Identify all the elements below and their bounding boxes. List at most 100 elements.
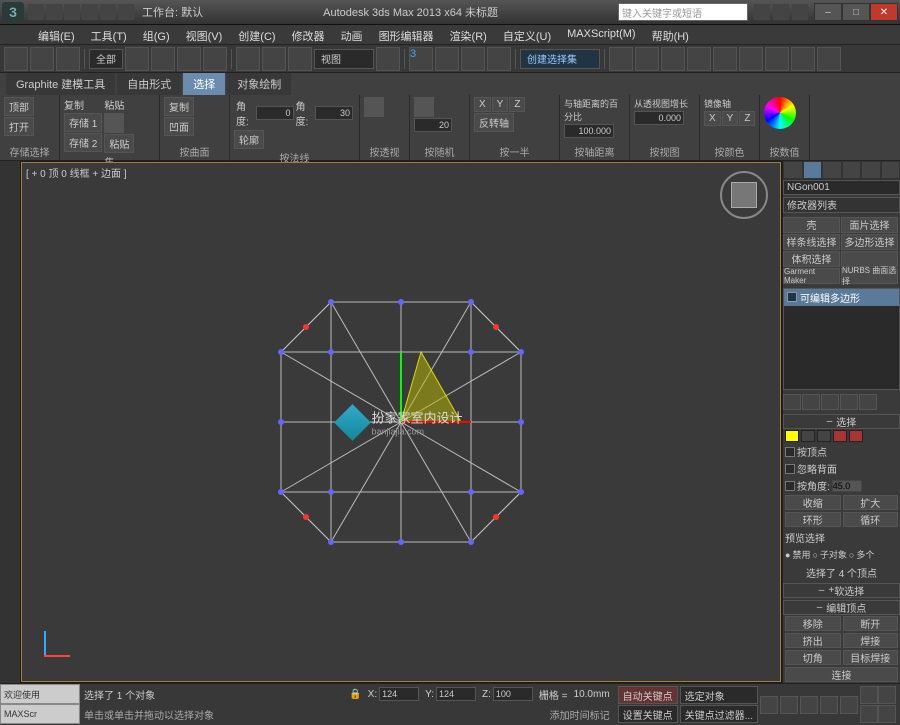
- maximize-vp-icon[interactable]: [878, 705, 896, 723]
- viewport-label[interactable]: [ + 0 顶 0 线框 + 边面 ]: [26, 165, 127, 180]
- mirror-icon[interactable]: [609, 47, 633, 71]
- qat-save-icon[interactable]: [64, 4, 80, 20]
- qat-more-icon[interactable]: [118, 4, 134, 20]
- loop-button[interactable]: 循环: [843, 512, 899, 527]
- rollout-soft[interactable]: + 软选择: [783, 583, 900, 598]
- rollout-editv[interactable]: 编辑顶点: [783, 600, 900, 615]
- workspace-selector[interactable]: 工作台: 默认: [142, 4, 203, 20]
- modify-tab-icon[interactable]: [803, 161, 823, 179]
- schematic-icon[interactable]: [713, 47, 737, 71]
- named-selection-dropdown[interactable]: 创建选择集: [520, 49, 600, 69]
- spline-select-button[interactable]: 样条线选择: [783, 234, 840, 250]
- help-search-input[interactable]: 键入关键字或短语: [618, 3, 748, 21]
- unique-icon[interactable]: [821, 394, 839, 410]
- axisdist-input[interactable]: [564, 124, 614, 138]
- pivot-icon[interactable]: [376, 47, 400, 71]
- persp-icon[interactable]: [364, 97, 384, 117]
- mz-button[interactable]: Z: [739, 111, 755, 126]
- weld-button[interactable]: 焊接: [843, 633, 899, 648]
- keyfilter-button[interactable]: 关键点过滤器...: [680, 705, 758, 723]
- maxscript-tab[interactable]: MAXScr: [0, 704, 80, 724]
- zoom-icon[interactable]: [878, 686, 896, 704]
- setkey-button[interactable]: 设置关键点: [618, 705, 678, 723]
- create-tab-icon[interactable]: [783, 161, 803, 179]
- shrink-button[interactable]: 收缩: [785, 495, 841, 510]
- ring-button[interactable]: 环形: [785, 512, 841, 527]
- shell-button[interactable]: 壳: [783, 217, 840, 233]
- menu-graph[interactable]: 图形编辑器: [371, 25, 442, 44]
- window-crossing-icon[interactable]: [203, 47, 227, 71]
- preview-subobj-radio[interactable]: 子对象: [820, 548, 847, 561]
- align-icon[interactable]: [635, 47, 659, 71]
- chamfer-button[interactable]: 切角: [785, 650, 841, 665]
- patch-select-button[interactable]: 面片选择: [841, 217, 898, 233]
- copy2-button[interactable]: 复制: [164, 97, 194, 116]
- render-setup-icon[interactable]: [765, 47, 789, 71]
- paste-icon[interactable]: [104, 113, 124, 133]
- subobj-border-icon[interactable]: [817, 430, 831, 442]
- scale-icon[interactable]: [288, 47, 312, 71]
- time-tag-button[interactable]: 添加时间标记: [550, 707, 610, 722]
- viewport[interactable]: [ + 0 顶 0 线框 + 边面 ] 扮家家室内设计banjiajia.com…: [21, 162, 781, 682]
- y-button[interactable]: Y: [492, 97, 509, 112]
- menu-tools[interactable]: 工具(T): [83, 25, 135, 44]
- menu-group[interactable]: 组(G): [135, 25, 178, 44]
- loop-button[interactable]: 轮廓: [234, 130, 264, 149]
- object-name-field[interactable]: NGon001: [783, 180, 900, 195]
- prev-frame-icon[interactable]: [780, 696, 798, 714]
- app-logo[interactable]: 3: [2, 2, 24, 22]
- top-button[interactable]: 顶部: [4, 97, 34, 116]
- ribbon-tab-freeform[interactable]: 自由形式: [117, 73, 181, 95]
- random-icon[interactable]: [414, 97, 434, 117]
- hierarchy-tab-icon[interactable]: [822, 161, 842, 179]
- config-icon[interactable]: [859, 394, 877, 410]
- z-button[interactable]: Z: [509, 97, 525, 112]
- subobj-vertex-icon[interactable]: [785, 430, 799, 442]
- layers-icon[interactable]: [661, 47, 685, 71]
- preview-off-radio[interactable]: 禁用: [792, 548, 810, 561]
- qat-open-icon[interactable]: [46, 4, 62, 20]
- angle-snap-icon[interactable]: [435, 47, 459, 71]
- modifier-stack[interactable]: 可编辑多边形: [783, 288, 900, 390]
- by-vertex-checkbox[interactable]: [785, 447, 795, 457]
- curve-editor-icon[interactable]: [687, 47, 711, 71]
- mx-button[interactable]: X: [704, 111, 721, 126]
- menu-customize[interactable]: 自定义(U): [495, 25, 559, 44]
- x-button[interactable]: X: [474, 97, 491, 112]
- menu-modifiers[interactable]: 修改器: [284, 25, 333, 44]
- next-frame-icon[interactable]: [820, 696, 838, 714]
- paste-button[interactable]: 粘贴: [104, 134, 134, 153]
- store2-button[interactable]: 存储 2: [64, 133, 102, 152]
- angle2-input[interactable]: [315, 106, 353, 120]
- bind-icon[interactable]: [56, 47, 80, 71]
- open-button[interactable]: 打开: [4, 117, 34, 136]
- utilities-tab-icon[interactable]: [881, 161, 900, 179]
- rollout-select[interactable]: 选择: [783, 414, 900, 429]
- by-angle-checkbox[interactable]: [785, 481, 795, 491]
- z-coord-input[interactable]: [493, 687, 533, 701]
- menu-view[interactable]: 视图(V): [178, 25, 231, 44]
- ribbon-tab-select[interactable]: 选择: [183, 73, 225, 95]
- flip-button[interactable]: 反转轴: [474, 113, 514, 132]
- menu-create[interactable]: 创建(C): [230, 25, 283, 44]
- infocenter-icon[interactable]: [754, 4, 770, 20]
- nurbs-button[interactable]: NURBS 曲面选择: [841, 268, 898, 284]
- ribbon-tab-objpaint[interactable]: 对象绘制: [227, 73, 291, 95]
- random-input[interactable]: [414, 118, 452, 132]
- display-tab-icon[interactable]: [861, 161, 881, 179]
- percent-snap-icon[interactable]: [461, 47, 485, 71]
- play-icon[interactable]: [800, 696, 818, 714]
- concave-button[interactable]: 凹面: [164, 117, 194, 136]
- preview-multi-radio[interactable]: 多个: [856, 548, 874, 561]
- render-icon[interactable]: [817, 47, 841, 71]
- x-coord-input[interactable]: [379, 687, 419, 701]
- break-button[interactable]: 断开: [843, 616, 899, 631]
- stack-item-editpoly[interactable]: 可编辑多边形: [784, 289, 899, 306]
- close-button[interactable]: ✕: [870, 3, 898, 21]
- menu-render[interactable]: 渲染(R): [442, 25, 495, 44]
- angle1-input[interactable]: [256, 106, 294, 120]
- keymode-dropdown[interactable]: 选定对象: [680, 686, 758, 704]
- material-editor-icon[interactable]: [739, 47, 763, 71]
- connect-button[interactable]: 连接: [785, 667, 898, 682]
- goto-end-icon[interactable]: [840, 696, 858, 714]
